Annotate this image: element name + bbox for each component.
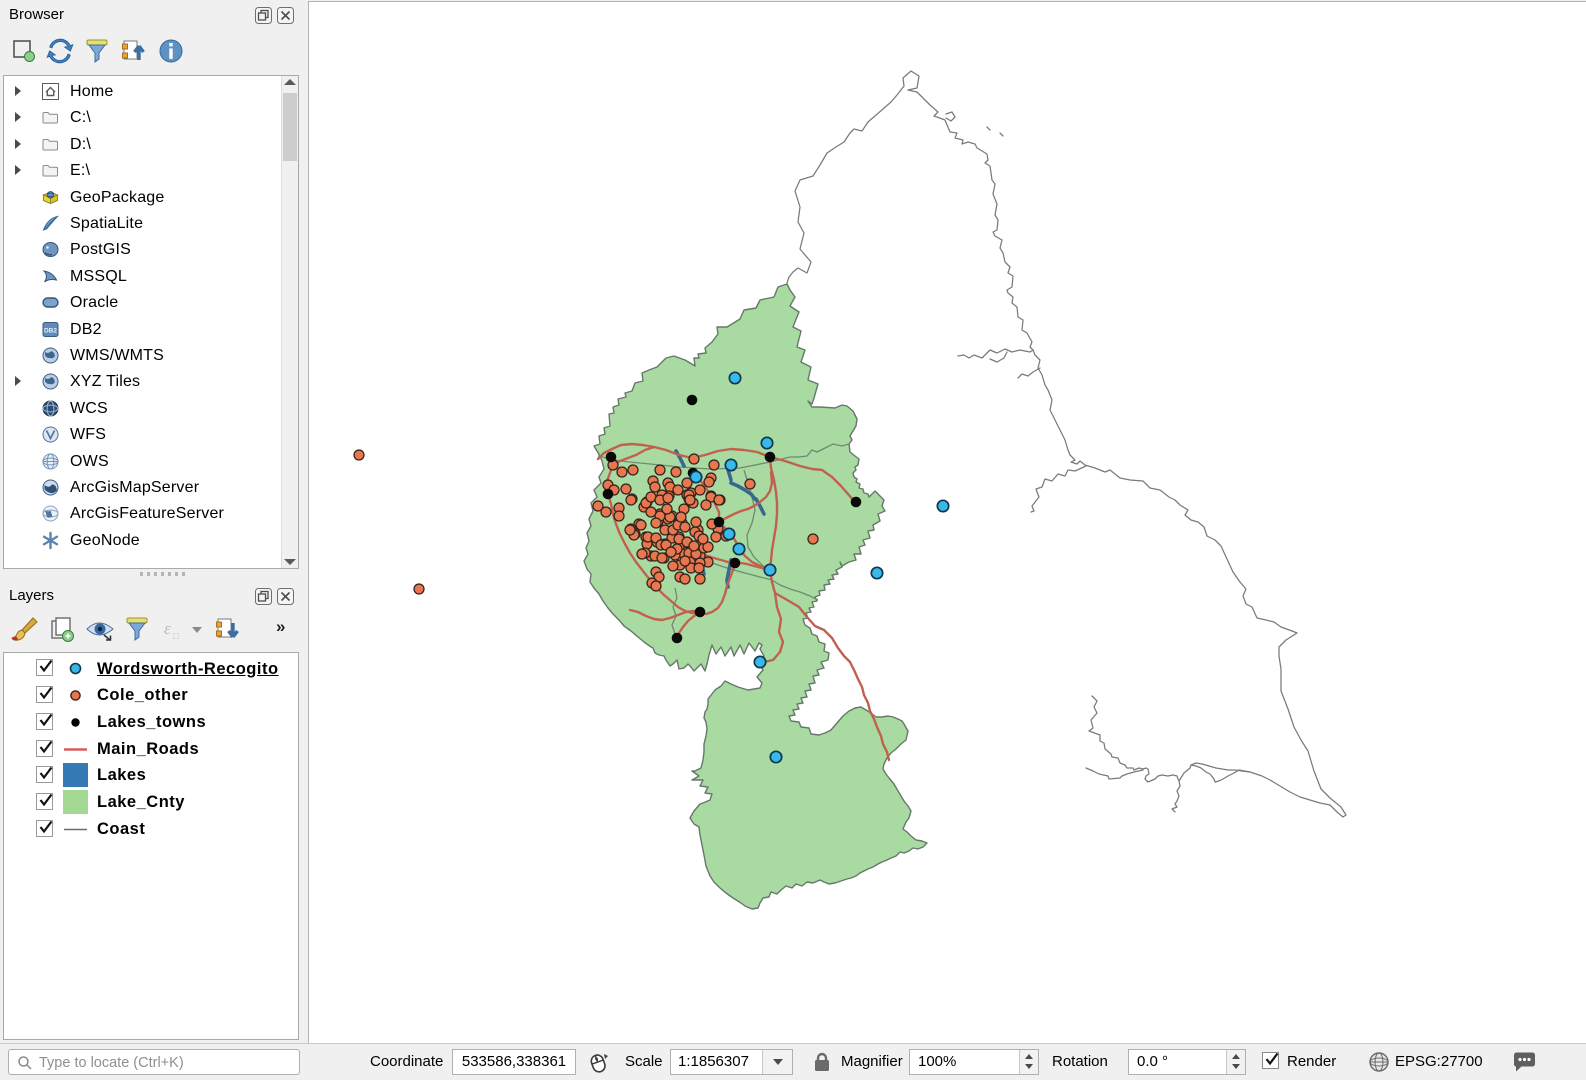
svg-text:DB2: DB2 bbox=[44, 327, 57, 334]
